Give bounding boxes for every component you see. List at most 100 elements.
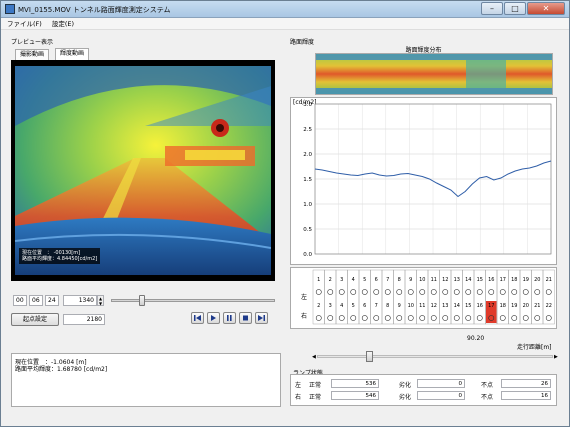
time-seconds-field[interactable]: 24 (45, 295, 59, 306)
lamp-right-circle (488, 315, 495, 321)
lamp-number-bottom: 5 (352, 303, 355, 309)
status-left-failed-label: 不点 (481, 382, 494, 389)
lamp-number-top: 16 (488, 277, 494, 283)
lamp-number-top: 17 (500, 277, 506, 283)
app-icon (5, 4, 15, 14)
lamp-right-circle (511, 315, 518, 321)
lamp-number-bottom: 20 (523, 303, 529, 309)
status-left-label: 左 (295, 382, 302, 389)
origin-set-button[interactable]: 起点設定 (11, 313, 59, 326)
lamp-left-circle (327, 289, 334, 295)
lamp-number-bottom: 10 (408, 303, 414, 309)
lamp-number-top: 7 (386, 277, 389, 283)
lamp-left-circle (499, 289, 506, 295)
seek-slider-track[interactable] (111, 299, 275, 302)
lamp-number-bottom: 15 (465, 303, 471, 309)
lamp-left-circle (407, 289, 414, 295)
lamp-number-bottom: 14 (454, 303, 460, 309)
tab-luminance-video[interactable]: 輝度動画 (55, 48, 90, 60)
origin-value-field[interactable]: 2180 (63, 314, 105, 325)
tab-captured-video[interactable]: 撮影動画 (15, 49, 50, 60)
lamp-right-circle (499, 315, 506, 321)
lamp-number-top: 5 (363, 277, 366, 283)
lamp-number-bottom: 3 (329, 303, 332, 309)
lamp-right-circle (545, 315, 552, 321)
lamp-number-top: 21 (546, 277, 552, 283)
lamp-number-top: 14 (465, 277, 471, 283)
play-icon (211, 315, 216, 321)
lamp-number-top: 6 (375, 277, 378, 283)
frame-number-field[interactable]: 1340 (63, 295, 97, 306)
lamp-right-circle (522, 315, 529, 321)
lamp-number-bottom: 18 (500, 303, 506, 309)
y-tick-label: 0.0 (303, 252, 312, 258)
maximize-button[interactable]: □ (504, 2, 526, 15)
frame-spinner[interactable]: ▲ ▼ (97, 295, 104, 306)
menu-settings[interactable]: 設定(E) (52, 18, 74, 29)
stop-button[interactable] (239, 312, 252, 324)
scroll-right-icon[interactable]: ▶ (554, 354, 558, 360)
lamp-number-bottom: 8 (386, 303, 389, 309)
left-failed-count: 26 (501, 379, 551, 388)
lamp-number-bottom: 6 (363, 303, 366, 309)
overlay-avg-luminance: 路面平均輝度：4.84450[cd/m2] (22, 256, 98, 262)
lamp-left-circle (315, 289, 322, 295)
luminance-line-chart: [cd/m2]3.02.52.01.51.00.50.0 (293, 99, 552, 258)
time-hours-field[interactable]: 00 (13, 295, 27, 306)
lamp-number-top: 9 (409, 277, 412, 283)
menu-bar: ファイル(F) 設定(E) (1, 18, 569, 30)
lamp-right-circle (465, 315, 472, 321)
thermal-frame-image (15, 66, 271, 275)
lamp-left-circle (534, 289, 541, 295)
pause-button[interactable] (223, 312, 236, 324)
status-right-degraded-label: 劣化 (399, 394, 412, 401)
lamp-right-circle (350, 315, 357, 321)
lamp-right-circle (442, 315, 449, 321)
lamp-left-circle (373, 289, 380, 295)
lamp-left-circle (396, 289, 403, 295)
distance-value: 90.20 (467, 335, 485, 342)
lamp-right-circle (373, 315, 380, 321)
lamp-left-circle (442, 289, 449, 295)
y-tick-label: 1.5 (303, 177, 312, 183)
lamp-grid: 左右 1 2 3 4 5 6 7 8 9 10 11 12 13 14 15 16 17 18 19 20 21 2 3 4 5 6… (290, 267, 557, 329)
lamp-right-circle (476, 315, 483, 321)
video-info-overlay: 現在位置 ： -00130[m] 路面平均輝度：4.84450[cd/m2] (19, 248, 101, 264)
lamp-right-circle (430, 315, 437, 321)
lamp-number-bottom: 12 (431, 303, 437, 309)
lamp-number-bottom: 16 (477, 303, 483, 309)
play-button[interactable] (207, 312, 220, 324)
lamp-left-circle (430, 289, 437, 295)
lamp-left-circle (476, 289, 483, 295)
close-button[interactable]: ✕ (527, 2, 565, 15)
luminance-chart: [cd/m2] 3.0 2.5 2.0 1.5 1.0 0.5 0.0 (290, 97, 557, 265)
skip-back-button[interactable] (191, 312, 204, 324)
lamp-grid-svg: 左右1 2 3 4 5 6 7 8 9 10 11 12 13 14 15 16 17 18 19 20 212 3 4 5 6… (301, 269, 555, 325)
status-right-label: 右 (295, 394, 302, 401)
minimize-button[interactable]: – (481, 2, 503, 15)
seek-slider-thumb[interactable] (139, 295, 146, 306)
menu-file[interactable]: ファイル(F) (7, 18, 42, 29)
status-right-normal-label: 正常 (309, 394, 322, 401)
lamp-number-top: 3 (340, 277, 343, 283)
lamp-number-top: 2 (329, 277, 332, 283)
time-minutes-field[interactable]: 06 (29, 295, 43, 306)
y-tick-label: 2.0 (303, 152, 312, 158)
right-degraded-count: 0 (417, 391, 465, 400)
status-left-degraded-label: 劣化 (399, 382, 412, 389)
lamp-number-top: 18 (511, 277, 517, 283)
status-left-normal-label: 正常 (309, 382, 322, 389)
lamp-number-top: 4 (352, 277, 355, 283)
lamp-left-circle (338, 289, 345, 295)
scroll-left-icon[interactable]: ◀ (312, 354, 316, 360)
lamp-right-circle (338, 315, 345, 321)
right-normal-count: 546 (331, 391, 379, 400)
distance-scroll-thumb[interactable] (366, 351, 373, 362)
y-tick-label: 0.5 (303, 227, 312, 233)
lamp-number-top: 19 (523, 277, 529, 283)
distance-scrollbar[interactable] (317, 355, 553, 358)
skip-forward-button[interactable] (255, 312, 268, 324)
preview-group-label: プレビュー表示 (11, 39, 54, 46)
stop-icon (243, 315, 248, 321)
lamp-left-circle (361, 289, 368, 295)
